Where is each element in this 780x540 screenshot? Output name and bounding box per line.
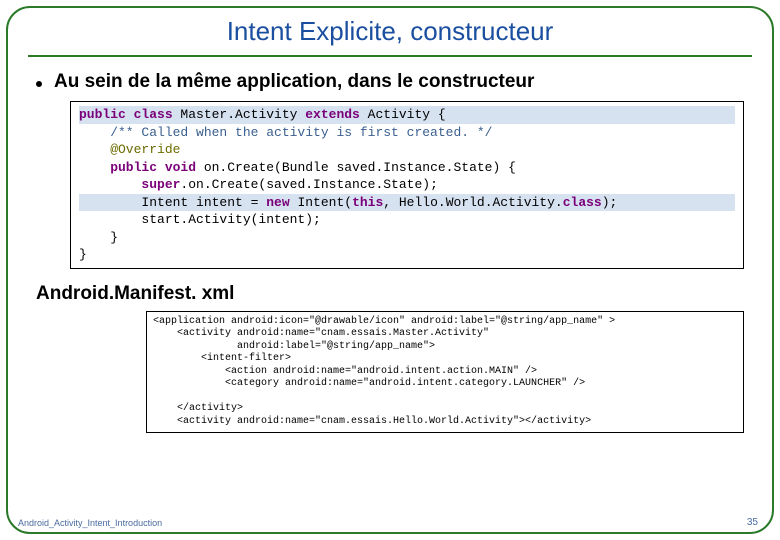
- footer-left: Android_Activity_Intent_Introduction: [18, 518, 162, 528]
- slide-border: [6, 6, 774, 534]
- slide-number: 35: [747, 517, 758, 528]
